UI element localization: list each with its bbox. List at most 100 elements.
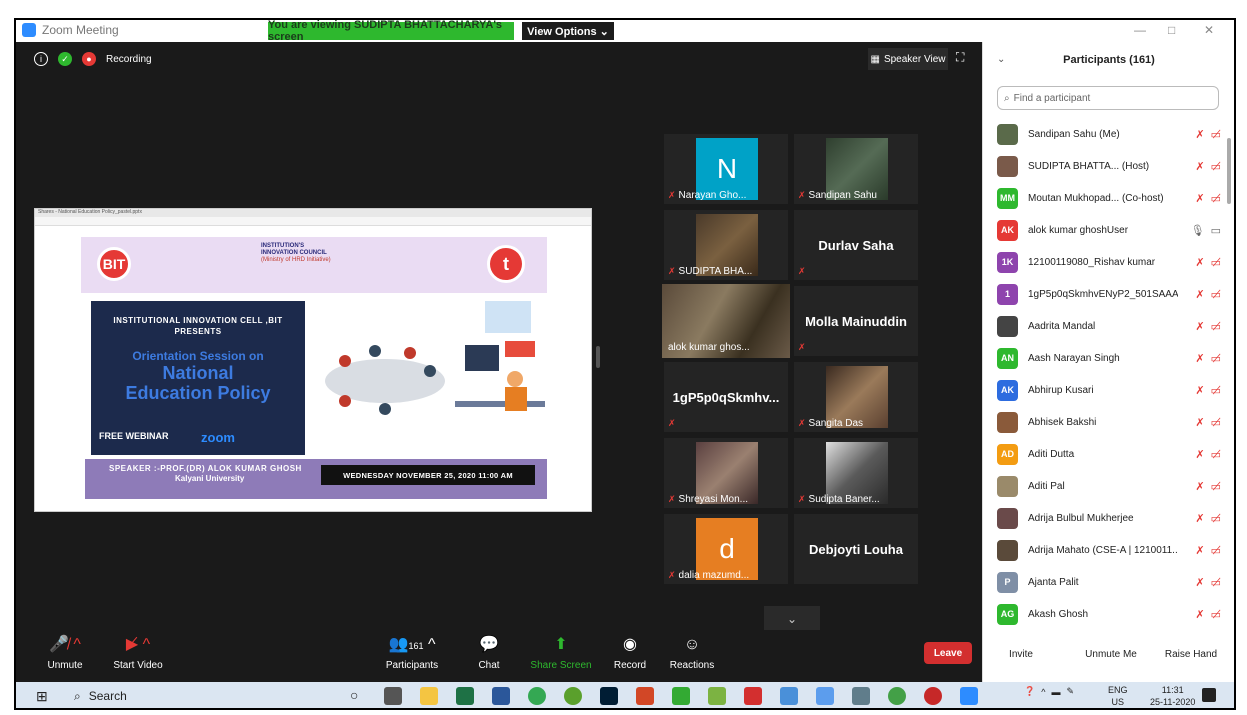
- video-off-icon: ▭̸: [1210, 160, 1221, 173]
- pen-icon[interactable]: ✎: [1066, 686, 1074, 697]
- chrome-icon[interactable]: [528, 687, 546, 705]
- mic-muted-icon: ✗: [1195, 128, 1205, 141]
- video-tile[interactable]: Debjoyti Louha: [794, 514, 918, 584]
- reactions-button[interactable]: ☺ Reactions: [668, 634, 716, 671]
- raise-hand-button[interactable]: Raise Hand: [1159, 644, 1223, 664]
- mic-muted-icon: ✗: [1195, 608, 1205, 621]
- video-tile[interactable]: N ✗ Narayan Gho...: [664, 134, 788, 204]
- taskbar-app-icon[interactable]: [564, 687, 582, 705]
- calculator-icon[interactable]: [852, 687, 870, 705]
- participants-button[interactable]: 👥161 ^ Participants: [380, 634, 444, 671]
- participant-row[interactable]: Abhisek Bakshi ✗ ▭̸: [983, 406, 1234, 438]
- slide-line-1: INSTITUTIONAL INNOVATION CELL ,BIT: [113, 316, 283, 325]
- video-tile[interactable]: ✗ Shreyasi Mon...: [664, 438, 788, 508]
- video-tile-active-speaker[interactable]: alok kumar ghos...: [662, 284, 790, 358]
- meeting-area: i ✓ ● Recording ▦ Speaker View ⛶ Shares …: [16, 42, 982, 682]
- minimize-button[interactable]: —: [1134, 23, 1146, 37]
- taskbar-app-icon[interactable]: [780, 687, 798, 705]
- taskbar-app-icon[interactable]: [672, 687, 690, 705]
- powerpoint-icon[interactable]: [636, 687, 654, 705]
- close-button[interactable]: ✕: [1204, 23, 1214, 37]
- meeting-info-bar: i ✓ ● Recording: [34, 52, 152, 66]
- record-button[interactable]: ◉ Record: [610, 634, 650, 671]
- video-tile[interactable]: ✗ Sudipta Baner...: [794, 438, 918, 508]
- participant-row[interactable]: AD Aditi Dutta ✗ ▭̸: [983, 438, 1234, 470]
- language-indicator[interactable]: ENG US: [1108, 684, 1128, 708]
- unmute-me-button[interactable]: Unmute Me: [1073, 644, 1149, 664]
- participant-row[interactable]: Aditi Pal ✗ ▭̸: [983, 470, 1234, 502]
- task-view-icon[interactable]: ○: [350, 687, 368, 705]
- tile-name: ✗ Sangita Das: [798, 418, 863, 429]
- taskbar-clock[interactable]: 11:31 25-11-2020: [1150, 684, 1195, 708]
- tile-name-center: Debjoyti Louha: [809, 541, 903, 557]
- photoshop-icon[interactable]: [600, 687, 618, 705]
- start-video-button[interactable]: ▶̸ ^ Start Video: [110, 634, 166, 671]
- invite-button[interactable]: Invite: [997, 644, 1045, 664]
- chat-button[interactable]: 💬 Chat: [472, 634, 506, 671]
- mic-muted-icon: ✗: [798, 266, 806, 276]
- view-options-button[interactable]: View Options ⌄: [522, 22, 614, 40]
- acrobat-icon[interactable]: [744, 687, 762, 705]
- participant-row[interactable]: 1 1gP5p0qSkmhvENyP2_501SAAA... ✗ ▭̸: [983, 278, 1234, 310]
- notification-icon[interactable]: [1202, 688, 1216, 702]
- split-divider-handle[interactable]: [596, 346, 600, 368]
- participant-row[interactable]: 1K 12100119080_Rishav kumar ✗ ▭̸: [983, 246, 1234, 278]
- participant-row[interactable]: Aadrita Mandal ✗ ▭̸: [983, 310, 1234, 342]
- windows-start-icon[interactable]: ⊞: [36, 688, 48, 705]
- mic-muted-icon: ✗: [1195, 416, 1205, 429]
- participant-row[interactable]: AG Akash Ghosh ✗ ▭̸: [983, 598, 1234, 630]
- mic-muted-icon: ✗: [1195, 576, 1205, 589]
- fullscreen-icon[interactable]: ⛶: [956, 50, 964, 65]
- video-tile[interactable]: ✗ Sangita Das: [794, 362, 918, 432]
- zoom-taskbar-icon[interactable]: [960, 687, 978, 705]
- tile-name: ✗ Shreyasi Mon...: [668, 494, 748, 505]
- find-participant-input[interactable]: ⌕ Find a participant: [997, 86, 1219, 110]
- video-tile[interactable]: 1gP5p0qSkmhv... ✗: [664, 362, 788, 432]
- participant-list-scrollbar[interactable]: [1227, 138, 1231, 204]
- info-icon[interactable]: i: [34, 52, 48, 66]
- tile-name: ✗ Narayan Gho...: [668, 190, 746, 201]
- video-tile[interactable]: ✗ SUDIPTA BHA...: [664, 210, 788, 280]
- bit-logo: BIT: [97, 247, 131, 281]
- participant-row[interactable]: Adrija Mahato (CSE-A | 1210011... ✗ ▭̸: [983, 534, 1234, 566]
- battery-icon[interactable]: ▬: [1051, 687, 1060, 697]
- word-icon[interactable]: [492, 687, 510, 705]
- participant-row[interactable]: AN Aash Narayan Singh ✗ ▭̸: [983, 342, 1234, 374]
- reactions-icon: ☺: [683, 636, 701, 653]
- mic-muted-icon: ✗: [1195, 544, 1205, 557]
- search-icon: ⌕: [1004, 92, 1010, 104]
- participant-row[interactable]: MM Moutan Mukhopad... (Co-host) ✗ ▭̸: [983, 182, 1234, 214]
- speaker-view-button[interactable]: ▦ Speaker View: [868, 48, 948, 70]
- unmute-button[interactable]: 🎤̸ ^ Unmute: [40, 634, 90, 671]
- help-icon[interactable]: ❓: [1024, 686, 1035, 697]
- participant-row[interactable]: AK Abhirup Kusari ✗ ▭̸: [983, 374, 1234, 406]
- app-title: Zoom Meeting: [22, 23, 119, 37]
- video-tile[interactable]: d ✗ dalia mazumd...: [664, 514, 788, 584]
- leave-button[interactable]: Leave: [924, 642, 972, 664]
- participant-row[interactable]: Adrija Bulbul Mukherjee ✗ ▭̸: [983, 502, 1234, 534]
- taskbar-app-icon[interactable]: [924, 687, 942, 705]
- excel-icon[interactable]: [456, 687, 474, 705]
- maximize-button[interactable]: □: [1168, 23, 1175, 37]
- taskbar-app-icon[interactable]: [816, 687, 834, 705]
- participant-status-icons: ✗ ▭̸: [1195, 384, 1221, 397]
- participant-row[interactable]: Sandipan Sahu (Me) ✗ ▭̸: [983, 118, 1234, 150]
- taskbar-app-icon[interactable]: [708, 687, 726, 705]
- video-tile[interactable]: Durlav Saha ✗: [794, 210, 918, 280]
- taskbar-app-icon[interactable]: [384, 687, 402, 705]
- taskbar-search-label: Search: [88, 689, 127, 703]
- share-screen-button[interactable]: ⬆ Share Screen: [530, 634, 592, 671]
- avatar: MM: [997, 187, 1018, 209]
- video-tile[interactable]: Molla Mainuddin ✗: [794, 286, 918, 356]
- shield-icon[interactable]: ✓: [58, 52, 72, 66]
- participant-row[interactable]: AK alok kumar ghoshUser 🎙 ▭: [983, 214, 1234, 246]
- file-explorer-icon[interactable]: [420, 687, 438, 705]
- participant-row[interactable]: P Ajanta Palit ✗ ▭̸: [983, 566, 1234, 598]
- chevron-down-icon[interactable]: ⌄: [764, 606, 820, 632]
- chevron-up-icon[interactable]: ^: [1041, 687, 1045, 697]
- video-tile[interactable]: ✗ Sandipan Sahu: [794, 134, 918, 204]
- taskbar-search[interactable]: ⌕ Search: [64, 682, 304, 708]
- taskbar-app-icon[interactable]: [888, 687, 906, 705]
- participant-status-icons: ✗ ▭̸: [1195, 352, 1221, 365]
- participant-row[interactable]: SUDIPTA BHATTA... (Host) ✗ ▭̸: [983, 150, 1234, 182]
